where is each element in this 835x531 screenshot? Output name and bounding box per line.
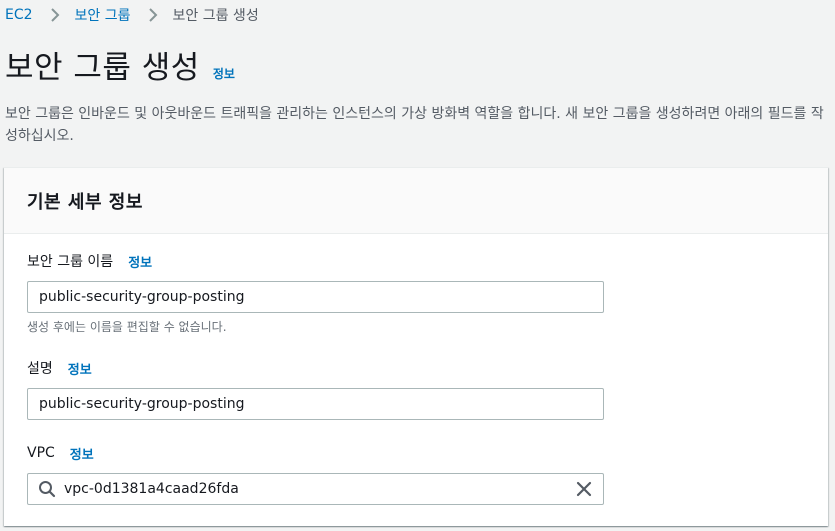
vpc-label: VPC (27, 445, 55, 461)
security-group-name-info-link[interactable]: 정보 (128, 252, 152, 271)
description-field: 설명 정보 public-security-group-posting (27, 358, 604, 420)
vpc-select[interactable]: vpc-0d1381a4caad26fda (27, 473, 604, 505)
breadcrumb-current: 보안 그룹 생성 (172, 8, 259, 24)
page-description: 보안 그룹은 인바운드 및 아웃바운드 트래픽을 관리하는 인스턴스의 가상 방… (5, 106, 824, 144)
page-info-link[interactable]: 정보 (213, 65, 235, 82)
vpc-field: VPC 정보 vpc-0d1381a4caad26fda (27, 443, 604, 505)
basic-details-panel: 기본 세부 정보 보안 그룹 이름 정보 public-security-gro… (4, 167, 828, 526)
vpc-info-link[interactable]: 정보 (70, 444, 94, 463)
page-header: 보안 그룹 생성 정보 (5, 48, 235, 88)
page-title: 보안 그룹 생성 (5, 50, 200, 86)
description-info-link[interactable]: 정보 (68, 359, 92, 378)
breadcrumb-ec2[interactable]: EC2 (5, 7, 33, 23)
security-group-name-label: 보안 그룹 이름 (27, 254, 114, 270)
vpc-value: vpc-0d1381a4caad26fda (64, 481, 239, 497)
breadcrumb-security-groups[interactable]: 보안 그룹 (75, 5, 131, 25)
security-group-name-value: public-security-group-posting (39, 289, 245, 305)
close-icon[interactable] (574, 479, 594, 499)
search-icon (37, 479, 57, 499)
description-value: public-security-group-posting (39, 396, 245, 412)
panel-header: 기본 세부 정보 (4, 168, 828, 234)
security-group-name-input[interactable]: public-security-group-posting (27, 281, 604, 313)
security-group-name-field: 보안 그룹 이름 정보 public-security-group-postin… (27, 251, 604, 335)
breadcrumb: EC2 보안 그룹 보안 그룹 생성 (5, 4, 259, 26)
panel-title: 기본 세부 정보 (27, 191, 143, 213)
chevron-right-icon (143, 5, 163, 25)
security-group-name-constraint: 생성 후에는 이름을 편집할 수 없습니다. (27, 320, 227, 334)
description-label: 설명 (27, 361, 53, 377)
description-input[interactable]: public-security-group-posting (27, 388, 604, 420)
chevron-right-icon (45, 5, 65, 25)
